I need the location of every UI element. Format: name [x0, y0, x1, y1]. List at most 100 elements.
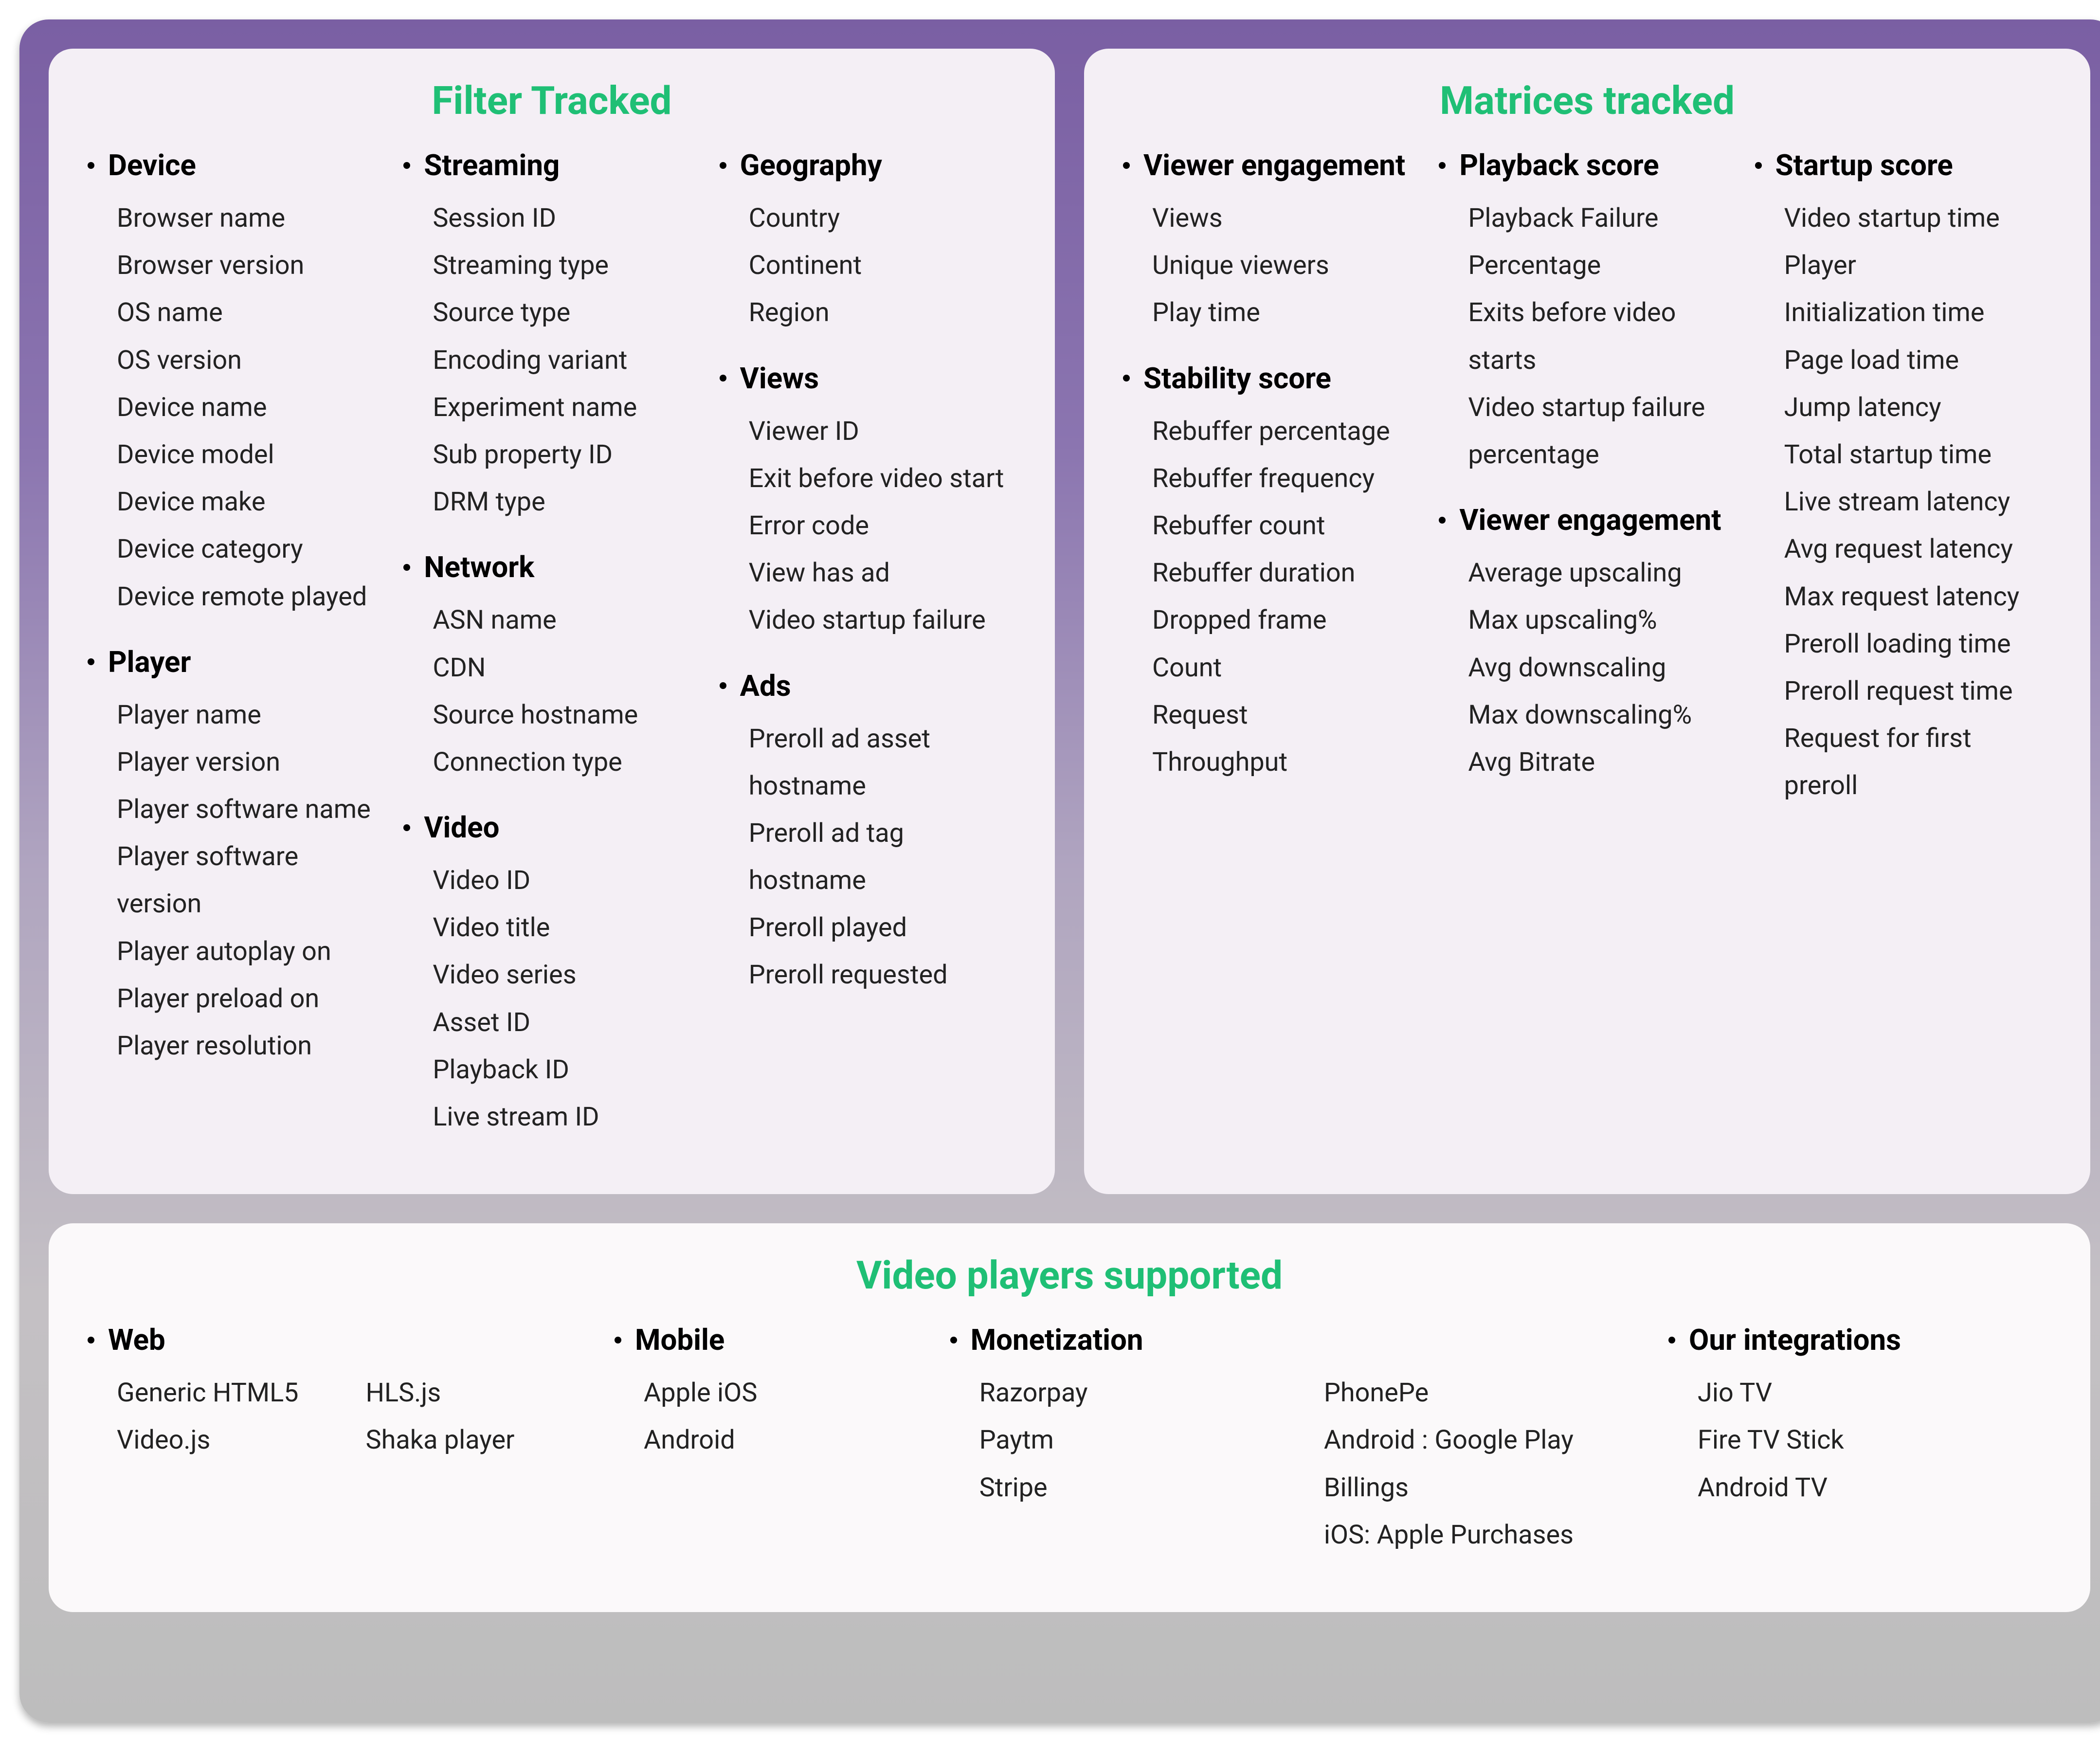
group-items: Viewer IDExit before video startError co… — [720, 408, 1016, 644]
list-item: Unique viewers — [1152, 242, 1419, 289]
list-item: Sub property ID — [433, 431, 700, 478]
matrices-col-3: Startup scoreVideo startup timePlayerIni… — [1755, 148, 2051, 834]
group-items: Session IDStreaming typeSource typeEncod… — [403, 195, 700, 526]
list-item: Views — [1152, 195, 1419, 242]
group-header: Viewer engagement — [1439, 503, 1735, 537]
list-item: Asset ID — [433, 999, 700, 1046]
bullet-icon — [403, 564, 410, 571]
group-items: Rebuffer percentageRebuffer frequencyReb… — [1123, 408, 1419, 786]
list-item: Live stream ID — [433, 1093, 700, 1141]
list-item: Experiment name — [433, 384, 700, 431]
list-item: Exit before video start — [749, 455, 1016, 502]
web-items: Generic HTML5Video.js HLS.jsShaka player — [88, 1369, 585, 1464]
list-item: Device make — [117, 478, 384, 526]
filter-tracked-card: Filter Tracked DeviceBrowser nameBrowser… — [49, 49, 1055, 1194]
list-item: Region — [749, 289, 1016, 336]
group-header: Device — [88, 148, 384, 182]
filter-col-1: DeviceBrowser nameBrowser versionOS name… — [88, 148, 384, 1165]
group-items: ASN nameCDNSource hostnameConnection typ… — [403, 597, 700, 786]
group-items: Video IDVideo titleVideo seriesAsset IDP… — [403, 857, 700, 1141]
bullet-icon — [1439, 162, 1446, 169]
players-columns: Web Generic HTML5Video.js HLS.jsShaka pl… — [88, 1323, 2051, 1583]
list-item: Video startup failure — [749, 597, 1016, 644]
group-header-label: Views — [740, 361, 819, 396]
group-items: Player namePlayer versionPlayer software… — [88, 691, 384, 1070]
bullet-icon — [1668, 1337, 1675, 1343]
group-items: CountryContinentRegion — [720, 195, 1016, 337]
group-monetization: Monetization RazorpayPaytmStripe PhonePe… — [950, 1323, 1639, 1559]
list-item: Max request latency — [1784, 573, 2051, 620]
list-item: DRM type — [433, 478, 700, 526]
list-item: Jio TV — [1698, 1369, 2051, 1416]
list-item: Video title — [433, 904, 700, 951]
group-header-label: Geography — [740, 148, 882, 182]
list-item: Device name — [117, 384, 384, 431]
list-item: Percentage — [1468, 242, 1735, 289]
list-item: Country — [749, 195, 1016, 242]
list-item: Avg Bitrate — [1468, 739, 1735, 786]
video-players-title: Video players supported — [88, 1252, 2051, 1298]
list-item: OS version — [117, 337, 384, 384]
list-item: Continent — [749, 242, 1016, 289]
filter-tracked-title: Filter Tracked — [88, 78, 1016, 124]
group: Streaming Session IDStreaming typeSource … — [403, 148, 700, 526]
list-item: Preroll played — [749, 904, 1016, 951]
list-item: Initialization time — [1784, 289, 2051, 336]
group: AdsPreroll ad asset hostnamePreroll ad t… — [720, 669, 1016, 999]
group-header-monetization: Monetization — [950, 1323, 1639, 1357]
group: Player Player namePlayer versionPlayer so… — [88, 645, 384, 1070]
group-header: Stability score — [1123, 361, 1419, 396]
group: Stability scoreRebuffer percentageRebuff… — [1123, 361, 1419, 786]
list-item: Android : Google Play Billings — [1324, 1416, 1639, 1511]
list-item: Device category — [117, 526, 384, 573]
list-item: Video ID — [433, 857, 700, 904]
group-header-label: Stability score — [1143, 361, 1331, 396]
group-items: Playback FailurePercentageExits before v… — [1439, 195, 1735, 478]
list-item: Rebuffer duration — [1152, 549, 1419, 597]
list-item: Request for first preroll — [1784, 715, 2051, 809]
group-header-label: Mobile — [635, 1323, 724, 1357]
list-item: Exits before video starts — [1468, 289, 1735, 383]
players-col-monetization: Monetization RazorpayPaytmStripe PhonePe… — [950, 1323, 1639, 1583]
list-item: Browser version — [117, 242, 384, 289]
group-items: Average upscalingMax upscaling%Avg downs… — [1439, 549, 1735, 786]
players-col-mobile: Mobile Apple iOSAndroid — [615, 1323, 921, 1583]
list-item: Total startup time — [1784, 431, 2051, 478]
list-item: Preroll request time — [1784, 668, 2051, 715]
group-header: Player — [88, 645, 384, 679]
list-item: Player name — [117, 691, 384, 739]
list-item: PhonePe — [1324, 1369, 1639, 1416]
group-header: Views — [720, 361, 1016, 396]
list-item: Error code — [749, 502, 1016, 549]
group-header-label: Monetization — [971, 1323, 1143, 1357]
list-item: Preroll requested — [749, 951, 1016, 998]
list-item: Avg downscaling — [1468, 644, 1735, 691]
list-item: Player preload on — [117, 975, 384, 1022]
bullet-icon — [88, 1337, 94, 1343]
group-header: Viewer engagement — [1123, 148, 1419, 182]
list-item: Generic HTML5 — [117, 1369, 337, 1416]
list-item: Paytm — [979, 1416, 1295, 1464]
group-header: Playback score — [1439, 148, 1735, 182]
group-header: Video — [403, 810, 700, 845]
group: Video Video IDVideo titleVideo seriesAsse… — [403, 810, 700, 1141]
list-item: Video.js — [117, 1416, 337, 1464]
list-item: Rebuffer percentage — [1152, 408, 1419, 455]
bullet-icon — [1755, 162, 1762, 169]
list-item: Video startup failure percentage — [1468, 384, 1735, 478]
list-item: Device model — [117, 431, 384, 478]
list-item: Playback ID — [433, 1046, 700, 1093]
video-players-card: Video players supported Web Generic HTML… — [49, 1223, 2090, 1612]
list-item: Live stream latency — [1784, 478, 2051, 526]
group-header: Streaming — [403, 148, 700, 182]
group-header: Geography — [720, 148, 1016, 182]
group-header-integrations: Our integrations — [1668, 1323, 2051, 1357]
group-header-label: Web — [108, 1323, 165, 1357]
list-item: Player — [1784, 242, 2051, 289]
bullet-icon — [403, 162, 410, 169]
list-item: Player autoplay on — [117, 928, 384, 975]
web-subcol-a: Generic HTML5Video.js — [117, 1369, 337, 1464]
group-header-web: Web — [88, 1323, 585, 1357]
group-items: ViewsUnique viewersPlay time — [1123, 195, 1419, 337]
matrices-col-1: Viewer engagement ViewsUnique viewersPlay… — [1123, 148, 1419, 834]
